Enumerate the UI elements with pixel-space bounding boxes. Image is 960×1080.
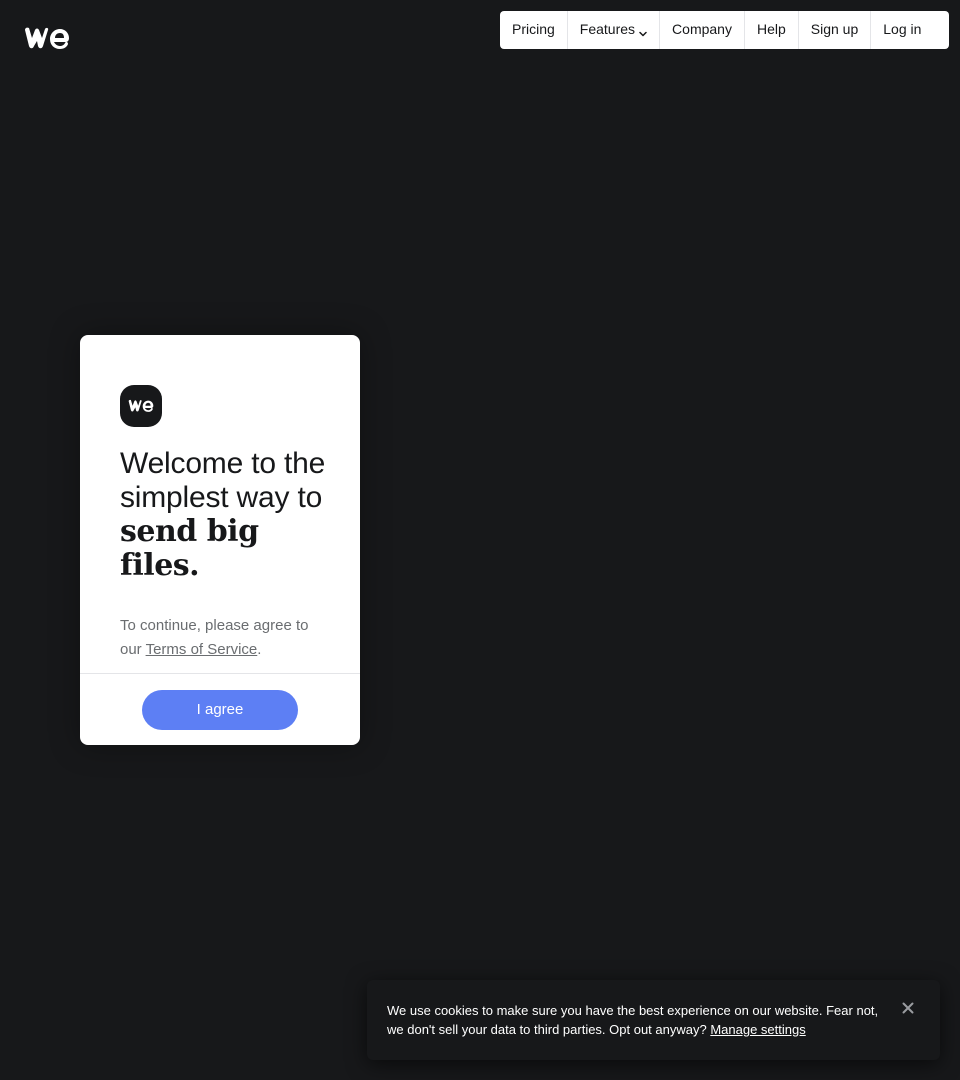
nav-features[interactable]: Features bbox=[568, 11, 661, 49]
welcome-heading: Welcome to the simplest way to send big … bbox=[120, 447, 330, 583]
manage-settings-link[interactable]: Manage settings bbox=[710, 1022, 805, 1037]
nav-features-label: Features bbox=[579, 20, 636, 37]
welcome-heading-regular: Welcome to the simplest way to bbox=[120, 447, 326, 514]
nav-log-in[interactable]: Log in bbox=[871, 11, 933, 49]
terms-prompt-suffix: . bbox=[257, 641, 262, 658]
wetransfer-logo-badge-icon bbox=[120, 385, 162, 427]
nav-sign-up-label: Sign up bbox=[810, 20, 859, 37]
welcome-heading-bold: send big files. bbox=[120, 514, 259, 583]
nav-help-label: Help bbox=[756, 20, 786, 37]
terms-prompt: To continue, please agree to our Terms o… bbox=[120, 614, 320, 662]
nav-sign-up[interactable]: Sign up bbox=[799, 11, 872, 49]
welcome-card: Welcome to the simplest way to send big … bbox=[80, 335, 360, 745]
terms-of-service-link[interactable]: Terms of Service bbox=[146, 641, 258, 658]
close-icon[interactable] bbox=[900, 1000, 916, 1016]
chevron-down-icon bbox=[639, 25, 647, 36]
cookie-message: We use cookies to make sure you have the… bbox=[387, 1001, 887, 1039]
nav-company-label: Company bbox=[672, 20, 732, 37]
nav-pricing-label: Pricing bbox=[512, 20, 555, 37]
i-agree-button[interactable]: I agree bbox=[142, 690, 298, 730]
nav-log-in-label: Log in bbox=[883, 20, 922, 37]
nav-help[interactable]: Help bbox=[745, 11, 799, 49]
nav-company[interactable]: Company bbox=[660, 11, 745, 49]
top-navigation: Pricing Features Company Help Sign up Lo… bbox=[500, 11, 949, 49]
wetransfer-logo-icon[interactable] bbox=[24, 26, 70, 51]
cookie-banner: We use cookies to make sure you have the… bbox=[367, 980, 940, 1060]
card-divider bbox=[80, 673, 360, 674]
nav-pricing[interactable]: Pricing bbox=[500, 11, 568, 49]
